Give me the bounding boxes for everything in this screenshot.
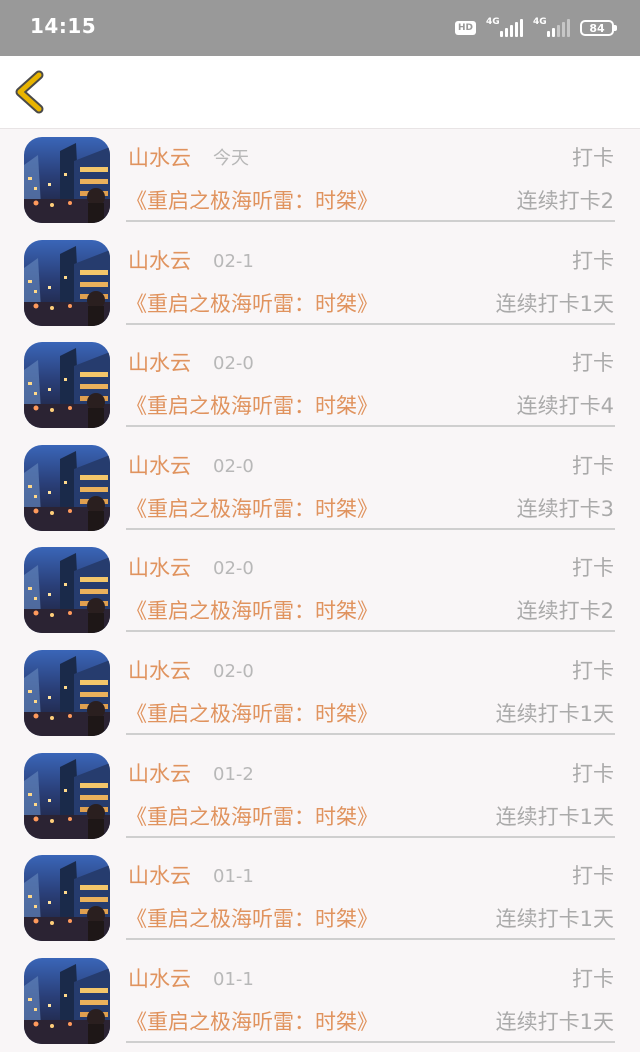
checkin-button[interactable]: 打卡 [572,453,614,479]
hd-badge: HD [454,21,476,35]
book-title-link[interactable]: 《重启之极海听雷：时桀》 [126,290,378,318]
streak-count: 连续打卡4 [516,394,614,419]
divider [126,425,615,428]
streak-count: 连续打卡1天 [495,701,614,726]
avatar[interactable] [24,444,110,531]
checkin-record-row: 山水云 01-2 打卡 《重启之极海听雷：时桀》 连续打卡1天 [0,745,640,848]
record-date: 02-0 [213,660,254,682]
checkin-record-row: 山水云 02-0 打卡 《重启之极海听雷：时桀》 连续打卡4 [0,334,640,437]
streak-count: 连续打卡1天 [495,291,614,316]
checkin-button[interactable]: 打卡 [572,966,614,992]
divider [126,322,615,325]
avatar[interactable] [24,239,110,326]
divider [126,732,615,735]
status-bar: 14:15 HD 4G 4G 84 [0,0,640,56]
network-2-label: 4G [533,17,547,27]
back-button[interactable] [12,68,52,116]
checkin-button[interactable]: 打卡 [572,555,614,581]
checkin-record-row: 山水云 01-1 打卡 《重启之极海听雷：时桀》 连续打卡1天 [0,847,640,950]
checkin-record-list: 山水云 今天 打卡 《重启之极海听雷：时桀》 连续打卡2 山水云 02-1 打卡… [0,129,640,1052]
book-title-link[interactable]: 《重启之极海听雷：时桀》 [126,700,378,728]
book-title-link[interactable]: 《重启之极海听雷：时桀》 [126,905,378,933]
checkin-record-row: 山水云 02-0 打卡 《重启之极海听雷：时桀》 连续打卡3 [0,437,640,540]
checkin-button[interactable]: 打卡 [572,248,614,274]
streak-count: 连续打卡2 [516,189,614,213]
record-date: 01-1 [213,968,254,990]
checkin-record-row: 山水云 02-1 打卡 《重启之极海听雷：时桀》 连续打卡1天 [0,232,640,335]
user-name: 山水云 [128,761,191,786]
checkin-record-row: 山水云 今天 打卡 《重启之极海听雷：时桀》 连续打卡2 [0,129,640,232]
checkin-record-row: 山水云 02-0 打卡 《重启之极海听雷：时桀》 连续打卡1天 [0,642,640,745]
avatar[interactable] [24,342,110,429]
streak-count: 连续打卡2 [516,599,614,624]
book-title-link[interactable]: 《重启之极海听雷：时桀》 [126,803,378,831]
checkin-button[interactable]: 打卡 [572,658,614,684]
checkin-button[interactable]: 打卡 [572,145,614,171]
divider [126,835,615,838]
network-1-label: 4G [486,17,500,27]
user-name: 山水云 [128,351,191,376]
record-date: 02-1 [213,250,254,272]
divider [126,220,615,222]
battery-level: 84 [589,21,605,35]
divider [126,630,615,633]
nav-bar [0,56,640,129]
avatar[interactable] [24,957,110,1044]
book-title-link[interactable]: 《重启之极海听雷：时桀》 [126,495,378,523]
streak-count: 连续打卡1天 [495,804,614,829]
user-name: 山水云 [128,556,191,581]
avatar[interactable] [24,649,110,736]
record-date: 今天 [213,148,249,169]
checkin-button[interactable]: 打卡 [572,863,614,889]
record-date: 02-0 [213,455,254,477]
status-indicators: HD 4G 4G 84 [454,16,617,40]
battery-icon: 84 [580,20,617,36]
checkin-button[interactable]: 打卡 [572,761,614,787]
record-date: 02-0 [213,558,254,580]
record-date: 01-1 [213,866,254,888]
user-name: 山水云 [128,658,191,683]
user-name: 山水云 [128,864,191,889]
checkin-button[interactable]: 打卡 [572,350,614,376]
streak-count: 连续打卡1天 [495,1009,614,1034]
streak-count: 连续打卡1天 [495,907,614,932]
book-title-link[interactable]: 《重启之极海听雷：时桀》 [126,392,378,420]
checkin-record-row: 山水云 02-0 打卡 《重启之极海听雷：时桀》 连续打卡2 [0,539,640,642]
user-name: 山水云 [128,146,191,170]
avatar[interactable] [24,752,110,839]
signal-2-icon: 4G [533,17,570,37]
user-name: 山水云 [128,248,191,273]
avatar[interactable] [24,855,110,942]
streak-count: 连续打卡3 [516,496,614,521]
user-name: 山水云 [128,966,191,991]
signal-1-icon: 4G [486,17,523,37]
record-date: 01-2 [213,763,254,785]
checkin-record-row: 山水云 01-1 打卡 《重启之极海听雷：时桀》 连续打卡1天 [0,950,640,1052]
book-title-link[interactable]: 《重启之极海听雷：时桀》 [126,597,378,625]
divider [126,527,615,530]
book-title-link[interactable]: 《重启之极海听雷：时桀》 [126,1008,378,1036]
user-name: 山水云 [128,453,191,478]
chevron-left-icon [15,70,44,114]
divider [126,938,615,941]
status-time: 14:15 [30,14,97,38]
avatar[interactable] [24,137,110,223]
record-date: 02-0 [213,353,254,375]
avatar[interactable] [24,547,110,634]
book-title-link[interactable]: 《重启之极海听雷：时桀》 [126,187,378,215]
